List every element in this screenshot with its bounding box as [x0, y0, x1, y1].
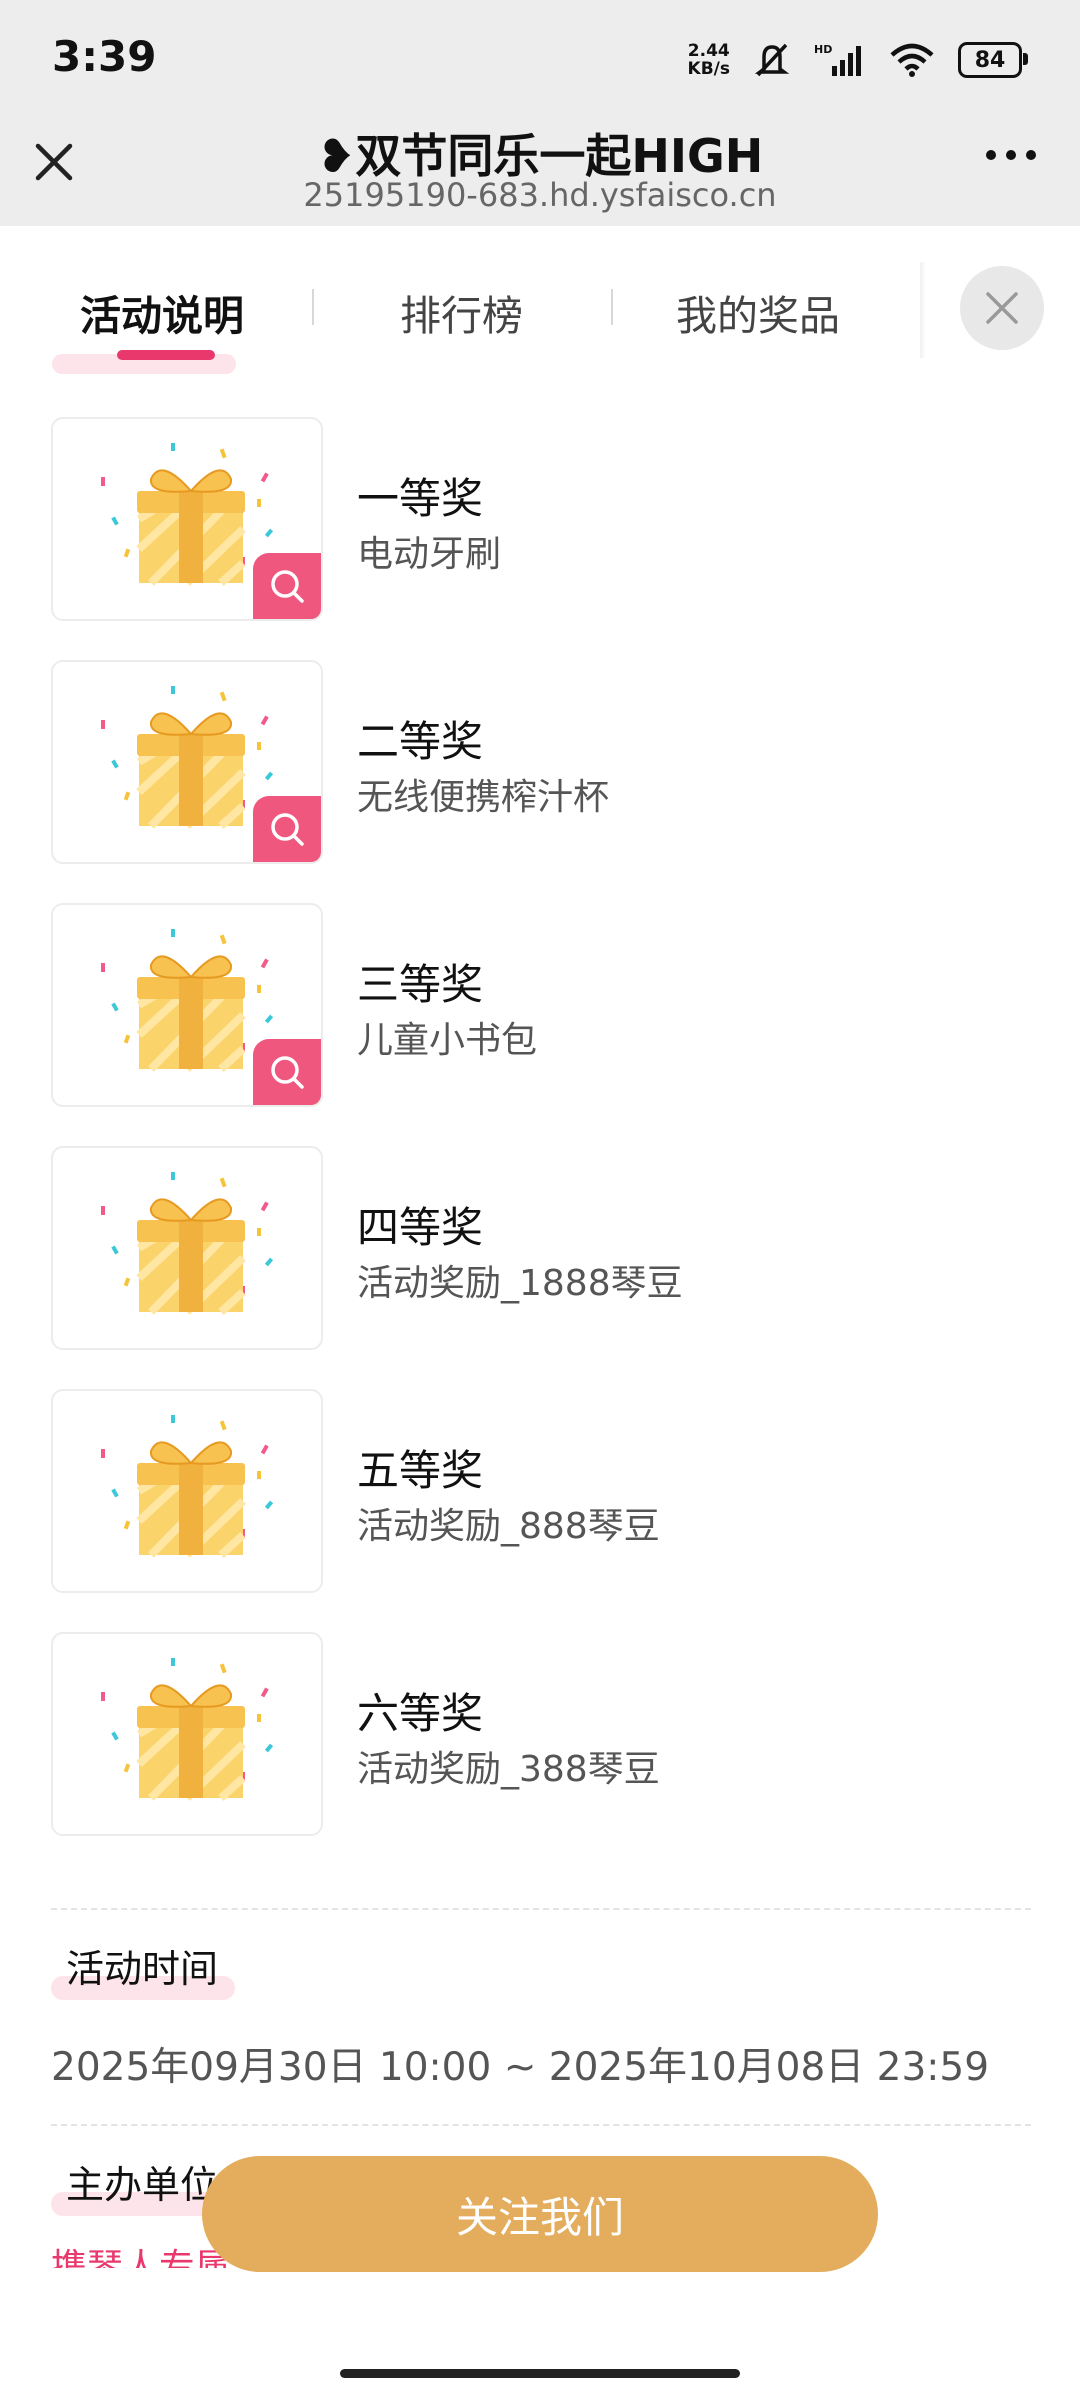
prize-image[interactable] [51, 660, 323, 864]
mute-icon [754, 43, 790, 77]
page-url: 25195190-683.hd.ysfaisco.cn [303, 176, 777, 214]
gift-icon [101, 1658, 274, 1801]
tab-leaderboard[interactable]: 排行榜 [400, 282, 523, 342]
tabs-fade [920, 262, 926, 358]
follow-us-button[interactable]: 关注我们 [202, 2156, 878, 2272]
prize-name: 二等奖 [357, 717, 484, 766]
net-speed: 2.44 KB/s [687, 41, 730, 79]
status-icons: 2.44 KB/s HD 84 [687, 36, 1028, 84]
section-divider [51, 1908, 1031, 1910]
more-menu-icon[interactable] [986, 150, 1036, 160]
status-time: 3:39 [52, 32, 157, 81]
prize-image [51, 1146, 323, 1350]
status-bar: 3:39 2.44 KB/s HD 84 [0, 0, 1080, 120]
prize-desc: 活动奖励_388琴豆 [357, 1749, 660, 1790]
prize-item-3[interactable]: 三等奖 儿童小书包 [51, 903, 1031, 1107]
prize-name: 五等奖 [357, 1446, 484, 1495]
tab-active-indicator [117, 350, 215, 360]
organizer-title: 主办单位 [66, 2163, 219, 2207]
prize-item-6[interactable]: 六等奖 活动奖励_388琴豆 [51, 1632, 1031, 1836]
search-icon [271, 570, 304, 603]
organizer-value: 携琴人专属 [51, 2247, 232, 2268]
battery-icon: 84 [958, 42, 1028, 78]
tab-activity-info[interactable]: 活动说明 [80, 282, 244, 342]
prize-image[interactable] [51, 417, 323, 621]
tab-bar: 活动说明 排行榜 我的奖品 [0, 226, 1080, 376]
panel-close-button[interactable] [960, 266, 1044, 350]
home-indicator[interactable] [340, 2369, 740, 2378]
wifi-icon [890, 43, 934, 77]
tab-separator [312, 289, 314, 325]
tab-separator [611, 289, 613, 325]
zoom-button[interactable] [253, 1039, 321, 1105]
prize-image [51, 1389, 323, 1593]
prize-desc: 无线便携榨汁杯 [357, 777, 610, 818]
activity-panel: 活动说明 排行榜 我的奖品 一等奖 电动牙刷 二等奖 无线便携榨汁杯 三等奖 儿… [0, 226, 1080, 2400]
gift-icon [101, 1415, 274, 1558]
hd-signal-icon: HD [814, 43, 861, 76]
prize-image [51, 1632, 323, 1836]
prize-item-4[interactable]: 四等奖 活动奖励_1888琴豆 [51, 1146, 1031, 1350]
prize-item-2[interactable]: 二等奖 无线便携榨汁杯 [51, 660, 1031, 864]
prize-name: 一等奖 [357, 474, 484, 523]
prize-desc: 活动奖励_1888琴豆 [357, 1263, 683, 1304]
section-divider [51, 2124, 1031, 2126]
search-icon [271, 1056, 304, 1089]
prize-item-1[interactable]: 一等奖 电动牙刷 [51, 417, 1031, 621]
prize-item-5[interactable]: 五等奖 活动奖励_888琴豆 [51, 1389, 1031, 1593]
search-icon [271, 813, 304, 846]
prize-desc: 电动牙刷 [357, 534, 502, 575]
gift-icon [101, 1172, 274, 1315]
svg-text:HD: HD [814, 43, 832, 56]
prize-name: 三等奖 [357, 960, 484, 1009]
prize-name: 四等奖 [357, 1203, 484, 1252]
activity-time-range: 2025年09月30日 10:00 ~ 2025年10月08日 23:59 [51, 2045, 990, 2090]
zoom-button[interactable] [253, 553, 321, 619]
prize-image[interactable] [51, 903, 323, 1107]
browser-title-bar: ❥双节同乐一起HIGH 25195190-683.hd.ysfaisco.cn [0, 120, 1080, 226]
tab-my-prizes[interactable]: 我的奖品 [676, 282, 840, 342]
prize-desc: 活动奖励_888琴豆 [357, 1506, 660, 1547]
close-icon [986, 292, 1018, 324]
activity-time-title: 活动时间 [66, 1947, 219, 1991]
zoom-button[interactable] [253, 796, 321, 862]
prize-desc: 儿童小书包 [357, 1020, 538, 1061]
prize-name: 六等奖 [357, 1689, 484, 1738]
